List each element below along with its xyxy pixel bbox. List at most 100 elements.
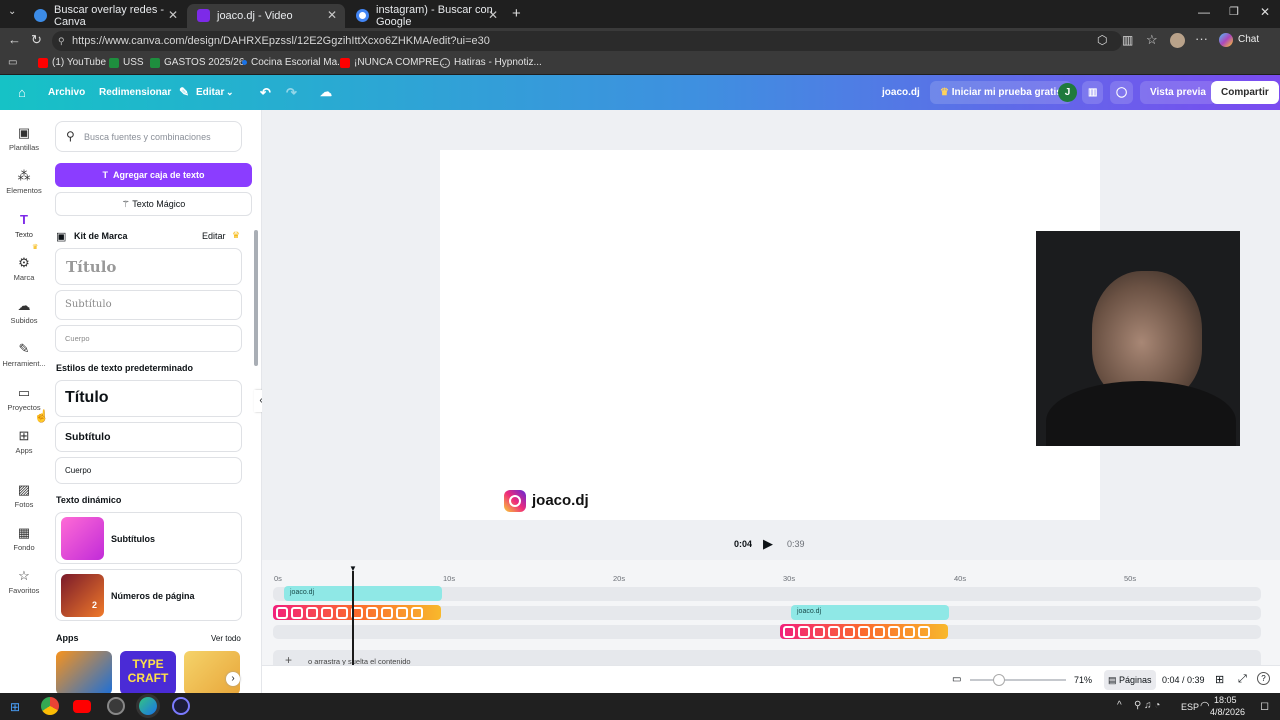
rail-apps[interactable]: ⊞ Apps bbox=[0, 425, 48, 465]
copilot-icon[interactable] bbox=[1219, 33, 1233, 47]
instagram-logo-icon[interactable] bbox=[504, 490, 526, 512]
dynamic-subtitles-item[interactable]: Subtítulos bbox=[55, 512, 242, 564]
default-subtitle-style[interactable]: Subtítulo bbox=[55, 422, 242, 452]
app-taskbar-icon[interactable] bbox=[107, 697, 125, 715]
undo-icon[interactable]: ↶ bbox=[260, 75, 271, 110]
panel-scrollbar[interactable] bbox=[254, 230, 258, 366]
brand-subtitle-style[interactable]: Subtítulo bbox=[55, 290, 242, 320]
rail-elementos[interactable]: ⁂ Elementos bbox=[0, 165, 48, 205]
chrome-taskbar-icon[interactable] bbox=[41, 697, 59, 715]
instagram-clip-2[interactable] bbox=[780, 624, 948, 639]
rail-plantillas[interactable]: ▣ Plantillas bbox=[0, 122, 48, 162]
app-tile-1[interactable] bbox=[56, 651, 112, 695]
new-tab-icon[interactable]: + bbox=[512, 5, 521, 22]
fullscreen-icon[interactable]: ⤢ bbox=[1238, 673, 1247, 686]
instagram-handle-text[interactable]: joaco.dj bbox=[532, 492, 589, 509]
bookmark-gastos[interactable]: GASTOS 2025/26 bbox=[150, 57, 244, 68]
notification-icon[interactable]: ◻ bbox=[1260, 699, 1269, 712]
close-tab-icon[interactable]: ✕ bbox=[327, 8, 337, 22]
pages-button[interactable]: ▤ Páginas bbox=[1104, 670, 1156, 690]
language-indicator[interactable]: ESP bbox=[1181, 702, 1199, 712]
edge-taskbar-icon[interactable] bbox=[139, 697, 157, 715]
text-clip-1[interactable]: joaco.dj bbox=[284, 586, 442, 601]
rail-marca[interactable]: ⚙ Marca bbox=[0, 252, 48, 292]
close-tab-icon[interactable]: ✕ bbox=[168, 8, 178, 22]
favorites-icon[interactable]: ☆ bbox=[1146, 32, 1158, 48]
track-3[interactable] bbox=[273, 625, 1261, 639]
bookmark-cocina[interactable]: Cocina Escorial Ma... bbox=[242, 57, 345, 68]
tab-canva-search[interactable]: Buscar overlay redes - Canva ✕ bbox=[24, 4, 186, 28]
comment-icon[interactable]: ◯ bbox=[1110, 81, 1134, 104]
reload-icon[interactable]: ↻ bbox=[31, 32, 42, 48]
preview-button[interactable]: Vista previa bbox=[1140, 81, 1216, 104]
design-page[interactable]: joaco.dj bbox=[440, 150, 1100, 520]
app2-taskbar-icon[interactable] bbox=[172, 697, 190, 715]
brand-body-style[interactable]: Cuerpo bbox=[55, 325, 242, 352]
playhead-line[interactable] bbox=[352, 571, 354, 668]
app-tile-typecraft[interactable]: TYPE CRAFT bbox=[120, 651, 176, 695]
close-tab-icon[interactable]: ✕ bbox=[488, 8, 498, 22]
clock-date[interactable]: 4/8/2026 bbox=[1210, 707, 1245, 717]
tab-google-instagram[interactable]: instagram) - Buscar con Google ✕ bbox=[346, 4, 506, 28]
tray-chevron-icon[interactable]: ^ bbox=[1117, 700, 1122, 711]
grid-view-icon[interactable]: ⊞ bbox=[1215, 673, 1224, 686]
back-icon[interactable]: ← bbox=[8, 32, 21, 47]
rail-texto[interactable]: T Texto bbox=[0, 209, 48, 249]
zoom-slider-knob[interactable] bbox=[992, 674, 1005, 686]
zoom-slider-track[interactable] bbox=[970, 679, 1066, 681]
tab-menu-chevron-icon[interactable]: ⌄ bbox=[8, 6, 16, 17]
rail-favoritos[interactable]: ☆ Favoritos bbox=[0, 565, 48, 605]
bookmark-sidebar-icon[interactable]: ▭ bbox=[8, 57, 17, 68]
rail-fondo[interactable]: ▦ Fondo bbox=[0, 522, 48, 562]
home-icon[interactable]: ⌂ bbox=[18, 75, 26, 110]
timeline-toggle-icon[interactable]: ▭ bbox=[952, 674, 961, 685]
instagram-clip-1[interactable] bbox=[273, 605, 441, 620]
chat-label[interactable]: Chat bbox=[1238, 34, 1259, 45]
magic-text-button[interactable]: ⚚ Texto Mágico bbox=[55, 192, 252, 216]
font-search-input[interactable]: ⚲ Busca fuentes y combinaciones bbox=[55, 121, 242, 152]
rail-fotos[interactable]: ▨ Fotos bbox=[0, 479, 48, 519]
chevron-right-icon[interactable]: › bbox=[226, 672, 240, 686]
rail-subidos[interactable]: ☁ Subidos bbox=[0, 295, 48, 335]
youtube-taskbar-icon[interactable] bbox=[73, 700, 91, 713]
brand-kit-edit-link[interactable]: Editar bbox=[202, 231, 226, 241]
rail-herramientas[interactable]: ✎ Herramient... bbox=[0, 338, 48, 378]
add-text-box-button[interactable]: T Agregar caja de texto bbox=[55, 163, 252, 187]
clock-time[interactable]: 18:05 bbox=[1214, 695, 1237, 705]
tray-icons[interactable]: ⚲ ♫ ◔ bbox=[1134, 700, 1160, 711]
file-menu-button[interactable]: Archivo bbox=[48, 75, 85, 110]
share-button[interactable]: Compartir bbox=[1211, 81, 1279, 104]
restore-icon[interactable]: ❐ bbox=[1229, 5, 1239, 18]
dynamic-page-numbers-item[interactable]: 2 Números de página bbox=[55, 569, 242, 621]
tab-joaco-video[interactable]: joaco.dj - Video ✕ bbox=[187, 4, 345, 28]
text-clip-2[interactable]: joaco.dj bbox=[791, 605, 949, 620]
bookmark-hatiras[interactable]: Hatiras - Hypnotiz... bbox=[440, 57, 542, 68]
split-screen-icon[interactable]: ▥ bbox=[1122, 33, 1133, 47]
resize-button[interactable]: Redimensionar bbox=[99, 75, 171, 110]
help-icon[interactable]: ? bbox=[1257, 672, 1270, 685]
bookmark-nunca[interactable]: ¡NUNCA COMPRE... bbox=[340, 57, 447, 68]
redo-icon[interactable]: ↷ bbox=[286, 75, 297, 110]
more-icon[interactable]: ··· bbox=[1195, 31, 1208, 46]
extensions-icon[interactable]: ⬡ bbox=[1097, 33, 1107, 47]
brand-title-style[interactable]: Título bbox=[55, 248, 242, 285]
default-body-style[interactable]: Cuerpo bbox=[55, 457, 242, 484]
windows-start-icon[interactable]: ⊞ bbox=[10, 700, 20, 714]
bookmark-youtube[interactable]: (1) YouTube bbox=[38, 57, 106, 68]
zoom-percentage[interactable]: 71% bbox=[1074, 675, 1092, 685]
default-title-style[interactable]: Título bbox=[55, 380, 242, 417]
user-avatar[interactable]: J bbox=[1058, 83, 1077, 102]
cloud-saved-icon[interactable]: ☁ bbox=[320, 75, 332, 110]
edit-mode-button[interactable]: Editar bbox=[196, 75, 224, 110]
site-info-icon[interactable]: ⚲ bbox=[58, 31, 65, 51]
chevron-down-icon[interactable]: ⌄ bbox=[226, 75, 234, 110]
start-trial-button[interactable]: ♛ Iniciar mi prueba gratis bbox=[930, 81, 1072, 104]
wifi-icon[interactable]: ◠ bbox=[1200, 699, 1210, 712]
apps-see-all-link[interactable]: Ver todo bbox=[211, 634, 241, 643]
profile-avatar[interactable] bbox=[1170, 33, 1185, 48]
url-field[interactable]: ⚲ https://www.canva.com/design/DAHRXEpzs… bbox=[52, 31, 1122, 51]
close-window-icon[interactable]: ✕ bbox=[1260, 5, 1270, 19]
bookmark-uss[interactable]: USS bbox=[109, 57, 144, 68]
minimize-icon[interactable]: — bbox=[1198, 5, 1210, 19]
design-title[interactable]: joaco.dj bbox=[882, 75, 920, 110]
